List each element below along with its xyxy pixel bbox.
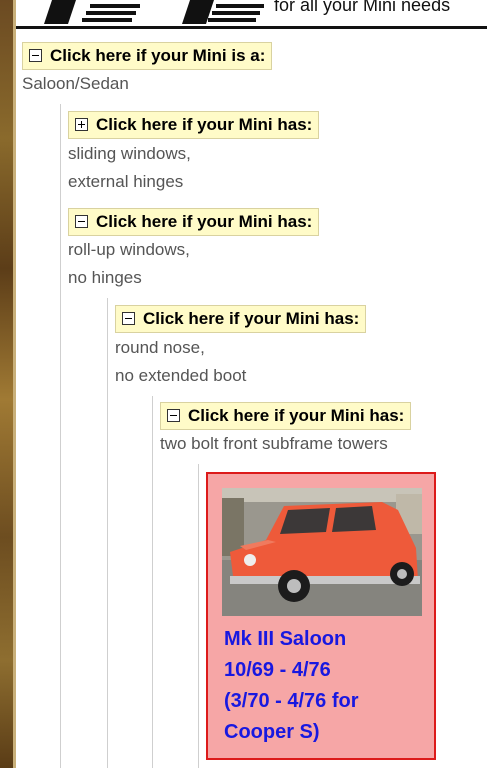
option-text-line: sliding windows, <box>68 144 191 163</box>
toggle-label: Click here if your Mini has: <box>188 406 405 425</box>
tree-guide-line <box>107 298 108 768</box>
toggle-windows-sliding[interactable]: Click here if your Mini has: <box>68 111 320 139</box>
result-card[interactable]: Mk III Saloon 10/69 - 4/76 (3/70 - 4/76 … <box>206 472 436 760</box>
collapse-icon <box>75 215 88 228</box>
tree-guide-line <box>152 396 153 768</box>
expand-icon <box>75 118 88 131</box>
mini-identifier-tree: Click here if your Mini is a: Saloon/Sed… <box>0 0 487 768</box>
toggle-windows-rollup[interactable]: Click here if your Mini has: <box>68 208 320 236</box>
collapse-icon <box>167 409 180 422</box>
model-line: Cooper S) <box>224 721 320 743</box>
toggle-nose-type[interactable]: Click here if your Mini has: <box>115 305 367 333</box>
tree-guide-line <box>198 464 199 768</box>
option-text-line: no extended boot <box>115 366 247 385</box>
option-text-line: two bolt front subframe towers <box>160 434 388 453</box>
toggle-label: Click here if your Mini has: <box>96 212 313 231</box>
toggle-label: Click here if your Mini has: <box>143 309 360 328</box>
model-line: 10/69 - 4/76 <box>224 659 331 681</box>
tree-guide-line <box>60 104 61 768</box>
option-text-line: external hinges <box>68 172 184 191</box>
toggle-body-type[interactable]: Click here if your Mini is a: <box>22 42 273 70</box>
collapse-icon <box>29 49 42 62</box>
option-text-line: round nose, <box>115 338 205 357</box>
toggle-label: Click here if your Mini is a: <box>50 46 266 65</box>
toggle-subframe-towers[interactable]: Click here if your Mini has: <box>160 402 412 430</box>
option-text-line: roll-up windows, <box>68 240 190 259</box>
body-type-value: Saloon/Sedan <box>22 74 129 93</box>
collapse-icon <box>122 312 135 325</box>
model-line: (3/70 - 4/76 for <box>224 690 359 712</box>
mini-car-photo[interactable] <box>222 488 422 616</box>
model-line: Mk III Saloon <box>224 628 347 650</box>
toggle-label: Click here if your Mini has: <box>96 115 313 134</box>
option-text-line: no hinges <box>68 268 142 287</box>
model-link[interactable]: Mk III Saloon 10/69 - 4/76 (3/70 - 4/76 … <box>224 624 424 748</box>
